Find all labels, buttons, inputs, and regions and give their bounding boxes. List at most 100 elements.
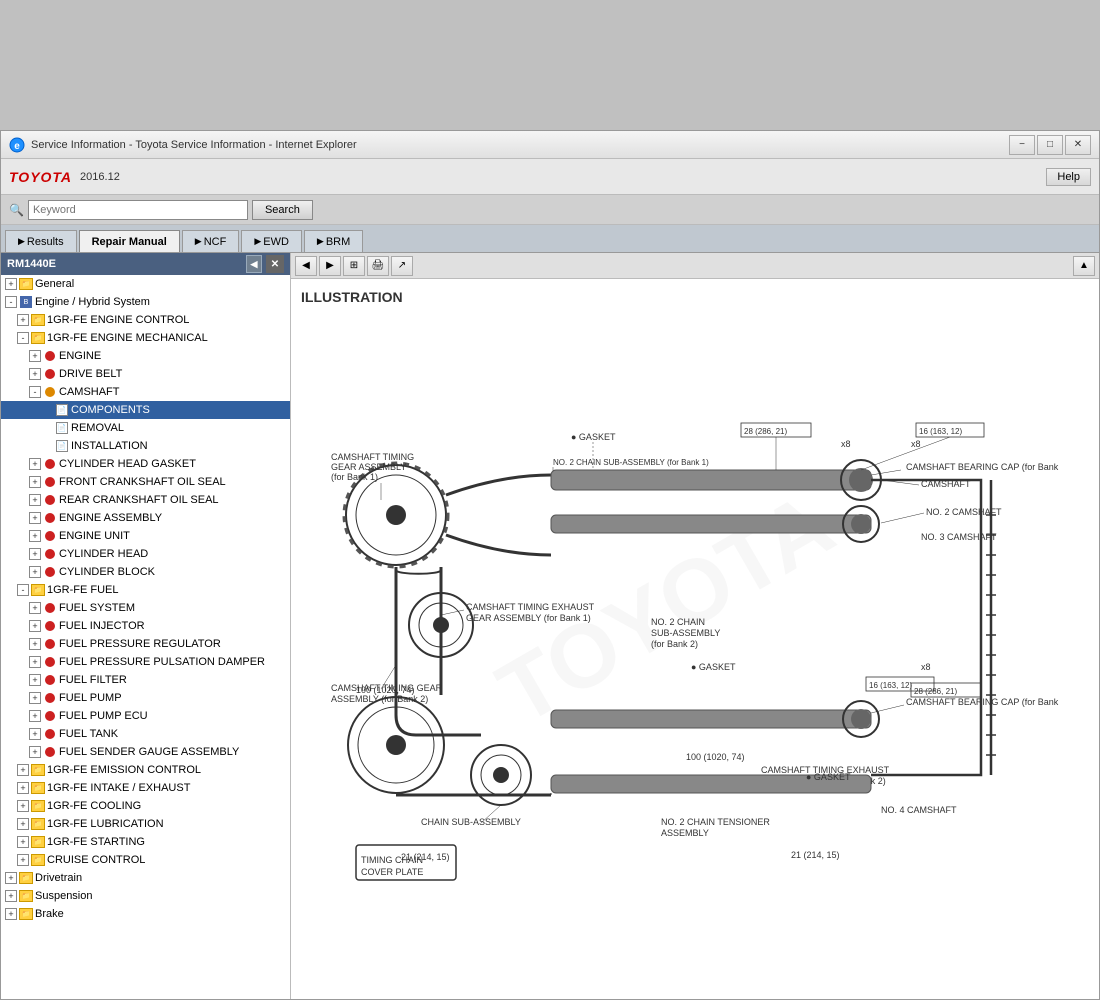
tree-toggle[interactable]: + — [5, 872, 17, 884]
tree-node-label: ENGINE ASSEMBLY — [59, 512, 162, 524]
panel-collapse-button[interactable]: ◀ — [246, 255, 262, 273]
tree-item[interactable]: +📁 Suspension — [1, 887, 290, 905]
tree-item[interactable]: + ENGINE ASSEMBLY — [1, 509, 290, 527]
tree-item[interactable]: +📁 1GR-FE ENGINE CONTROL — [1, 311, 290, 329]
tree-toggle[interactable]: + — [29, 710, 41, 722]
tree-item[interactable]: + REAR CRANKSHAFT OIL SEAL — [1, 491, 290, 509]
tab-repair-manual[interactable]: Repair Manual — [79, 230, 180, 252]
tree-item[interactable]: + FUEL PRESSURE REGULATOR — [1, 635, 290, 653]
panel-close-button[interactable]: ✕ — [266, 255, 284, 273]
tree-item[interactable]: -B Engine / Hybrid System — [1, 293, 290, 311]
tree-item[interactable]: +📁 1GR-FE EMISSION CONTROL — [1, 761, 290, 779]
tree-toggle[interactable]: + — [5, 908, 17, 920]
close-button[interactable]: ✕ — [1065, 135, 1091, 155]
tree-toggle[interactable]: + — [29, 692, 41, 704]
tree-item[interactable]: +📁 1GR-FE LUBRICATION — [1, 815, 290, 833]
tree-toggle[interactable]: + — [17, 854, 29, 866]
tree-item[interactable]: -📁 1GR-FE ENGINE MECHANICAL — [1, 329, 290, 347]
tree-item[interactable]: +📁 CRUISE CONTROL — [1, 851, 290, 869]
tree-node-label: FUEL PUMP — [59, 692, 122, 704]
toolbar-back-button[interactable]: ◀ — [295, 256, 317, 276]
tree-toggle[interactable]: + — [29, 602, 41, 614]
illustration-title: ILLUSTRATION — [301, 289, 1089, 305]
tree-toggle[interactable]: + — [29, 458, 41, 470]
tree-item[interactable]: +📁 General — [1, 275, 290, 293]
tree-toggle[interactable]: + — [29, 512, 41, 524]
tree-item[interactable]: + DRIVE BELT — [1, 365, 290, 383]
tree-toggle[interactable]: + — [17, 836, 29, 848]
tree-toggle[interactable]: + — [29, 368, 41, 380]
tree-toggle[interactable]: + — [29, 494, 41, 506]
tree-toggle[interactable]: + — [29, 728, 41, 740]
toolbar-export-button[interactable]: ↗ — [391, 256, 413, 276]
toolbar-forward-button[interactable]: ▶ — [319, 256, 341, 276]
tree-toggle[interactable]: - — [17, 332, 29, 344]
tree-node-icon — [43, 638, 57, 650]
search-button[interactable]: Search — [252, 200, 313, 220]
tree-toggle[interactable]: + — [29, 350, 41, 362]
tree-node-icon: 📁 — [19, 278, 33, 290]
toolbar-scroll-up-button[interactable]: ▲ — [1073, 256, 1095, 276]
minimize-button[interactable]: − — [1009, 135, 1035, 155]
tree-item[interactable]: + CYLINDER HEAD — [1, 545, 290, 563]
tree-toggle[interactable]: + — [17, 818, 29, 830]
tree-item[interactable]: 📄 COMPONENTS — [1, 401, 290, 419]
tree-toggle[interactable]: + — [29, 548, 41, 560]
tree-toggle[interactable]: + — [29, 638, 41, 650]
tree-toggle[interactable]: + — [29, 656, 41, 668]
tab-bar: ▶ Results Repair Manual ▶ NCF ▶ EWD ▶ BR… — [1, 225, 1099, 253]
tree-item[interactable]: 📄 INSTALLATION — [1, 437, 290, 455]
tree-toggle[interactable]: + — [17, 800, 29, 812]
tree-toggle[interactable]: + — [29, 530, 41, 542]
tree-toggle[interactable]: + — [29, 476, 41, 488]
tree-node-label: General — [35, 278, 74, 290]
tree-container[interactable]: +📁 General-B Engine / Hybrid System+📁 1G… — [1, 275, 290, 999]
tree-item[interactable]: + FUEL SYSTEM — [1, 599, 290, 617]
tree-item[interactable]: +📁 1GR-FE COOLING — [1, 797, 290, 815]
tree-item[interactable]: + CYLINDER BLOCK — [1, 563, 290, 581]
tree-item[interactable]: + FUEL TANK — [1, 725, 290, 743]
tree-node-icon — [43, 602, 57, 614]
toolbar-print-button[interactable]: 🖨 — [367, 256, 389, 276]
tree-item[interactable]: 📄 REMOVAL — [1, 419, 290, 437]
tree-item[interactable]: +📁 Drivetrain — [1, 869, 290, 887]
tree-toggle[interactable]: + — [29, 620, 41, 632]
tree-item[interactable]: + FUEL INJECTOR — [1, 617, 290, 635]
svg-text:● GASKET: ● GASKET — [806, 772, 851, 782]
tab-ewd[interactable]: ▶ EWD — [241, 230, 302, 252]
right-panel[interactable]: ◀ ▶ ⊞ 🖨 ↗ ▲ ILLUSTRATION TOYOTA — [291, 253, 1099, 999]
tree-item[interactable]: + ENGINE UNIT — [1, 527, 290, 545]
tree-item[interactable]: + FRONT CRANKSHAFT OIL SEAL — [1, 473, 290, 491]
tree-toggle[interactable]: + — [5, 278, 17, 290]
tree-item[interactable]: +📁 1GR-FE STARTING — [1, 833, 290, 851]
tree-item[interactable]: +📁 1GR-FE INTAKE / EXHAUST — [1, 779, 290, 797]
tree-toggle[interactable]: + — [17, 314, 29, 326]
tree-toggle[interactable]: + — [29, 566, 41, 578]
tree-item[interactable]: + FUEL PRESSURE PULSATION DAMPER — [1, 653, 290, 671]
tree-item[interactable]: +📁 Brake — [1, 905, 290, 923]
tab-brm[interactable]: ▶ BRM — [304, 230, 363, 252]
tree-toggle[interactable]: + — [17, 764, 29, 776]
tree-item[interactable]: + FUEL SENDER GAUGE ASSEMBLY — [1, 743, 290, 761]
help-button[interactable]: Help — [1046, 168, 1091, 186]
tree-toggle[interactable]: + — [29, 674, 41, 686]
tree-node-label: FUEL TANK — [59, 728, 118, 740]
tree-item[interactable]: + FUEL FILTER — [1, 671, 290, 689]
tree-item[interactable]: + CYLINDER HEAD GASKET — [1, 455, 290, 473]
tree-toggle[interactable]: - — [5, 296, 17, 308]
tree-toggle[interactable]: - — [17, 584, 29, 596]
tree-toggle[interactable]: + — [17, 782, 29, 794]
tree-item[interactable]: + FUEL PUMP — [1, 689, 290, 707]
maximize-button[interactable]: □ — [1037, 135, 1063, 155]
tree-item[interactable]: + FUEL PUMP ECU — [1, 707, 290, 725]
tree-item[interactable]: + ENGINE — [1, 347, 290, 365]
tree-toggle[interactable]: + — [29, 746, 41, 758]
tree-toggle[interactable]: + — [5, 890, 17, 902]
toolbar-grid-button[interactable]: ⊞ — [343, 256, 365, 276]
tree-toggle[interactable]: - — [29, 386, 41, 398]
tab-ncf[interactable]: ▶ NCF — [182, 230, 240, 252]
search-input[interactable] — [28, 200, 248, 220]
tree-item[interactable]: - CAMSHAFT — [1, 383, 290, 401]
tree-item[interactable]: -📁 1GR-FE FUEL — [1, 581, 290, 599]
tab-results[interactable]: ▶ Results — [5, 230, 77, 252]
